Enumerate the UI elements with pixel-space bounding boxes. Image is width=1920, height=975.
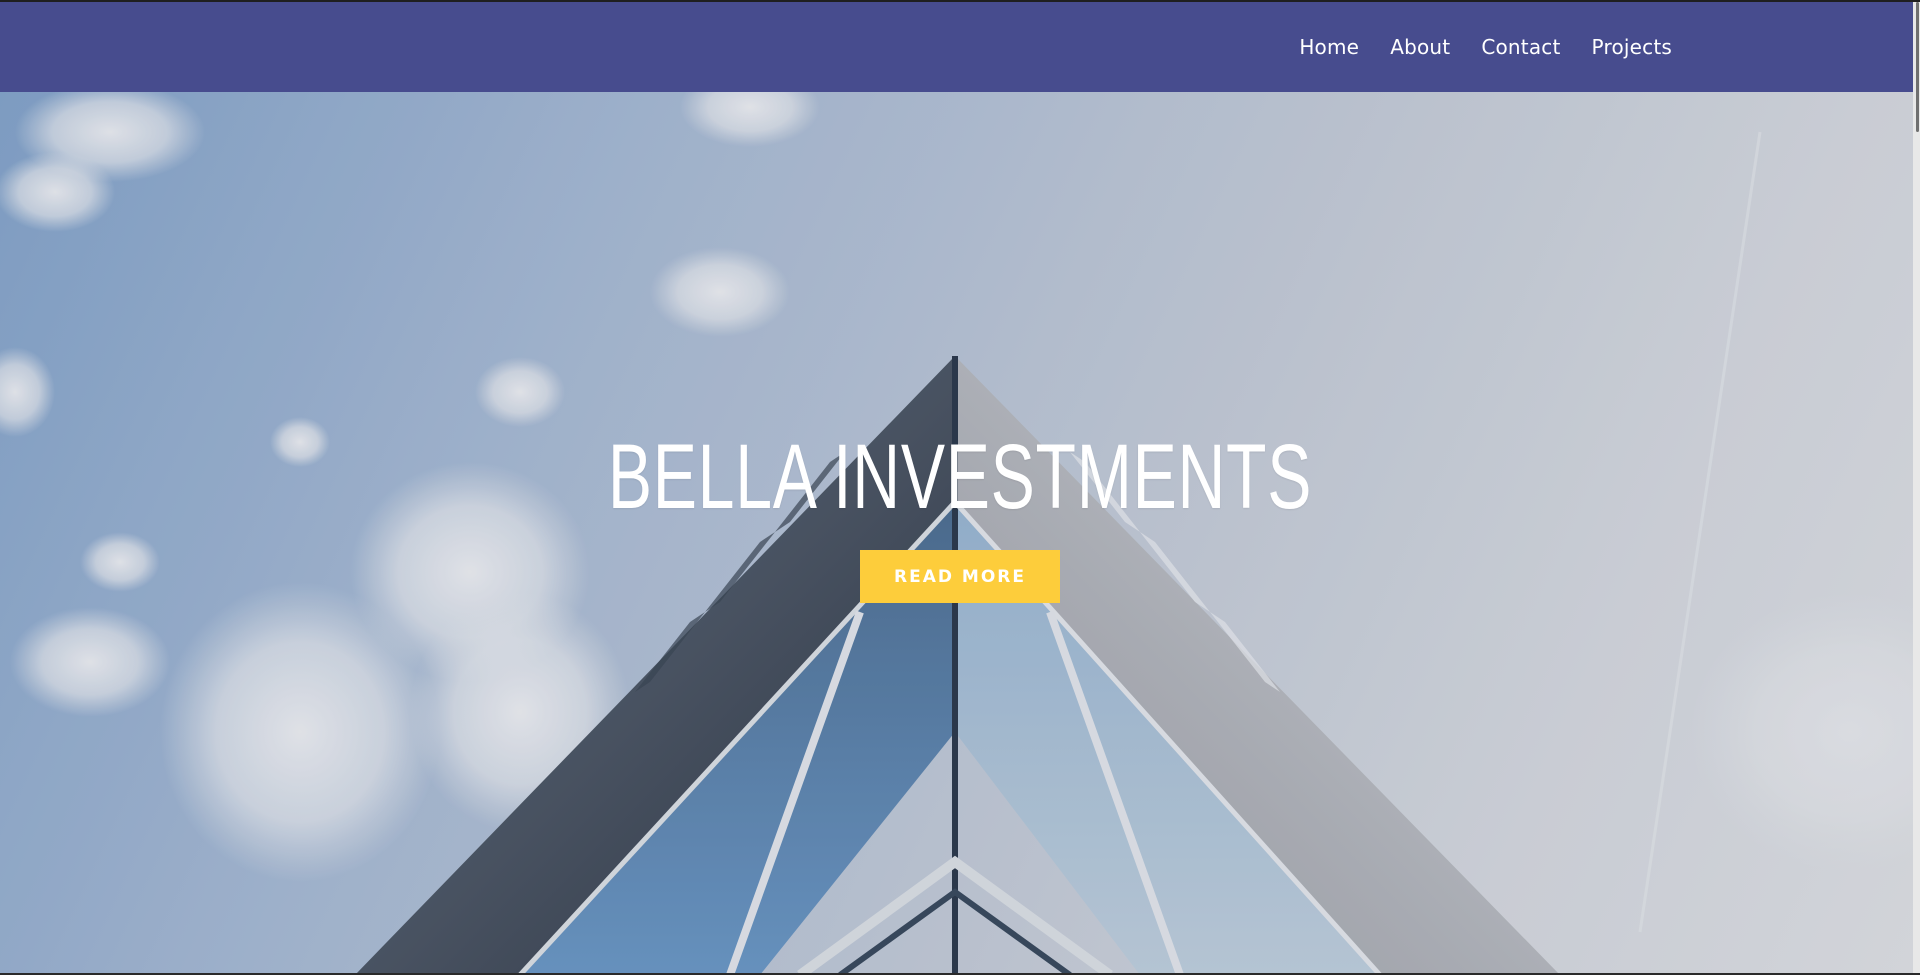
nav-link-home[interactable]: Home [1299,35,1359,59]
hero-overlay [0,92,1920,975]
nav-item-home: Home [1299,35,1359,59]
nav-link-projects[interactable]: Projects [1592,35,1672,59]
nav-item-contact: Contact [1481,35,1560,59]
scrollbar[interactable] [1913,2,1920,973]
navbar: Home About Contact Projects [0,2,1920,92]
nav-menu: Home About Contact Projects [1299,2,1672,92]
page: Home About Contact Projects BELLA INVEST… [0,0,1920,975]
nav-link-about[interactable]: About [1390,35,1450,59]
nav-item-projects: Projects [1592,35,1672,59]
read-more-button[interactable]: READ MORE [860,550,1060,603]
nav-item-about: About [1390,35,1450,59]
hero-section [0,92,1920,975]
scrollbar-thumb[interactable] [1916,2,1919,132]
nav-link-contact[interactable]: Contact [1481,35,1560,59]
hero-title: BELLA INVESTMENTS [607,426,1313,528]
